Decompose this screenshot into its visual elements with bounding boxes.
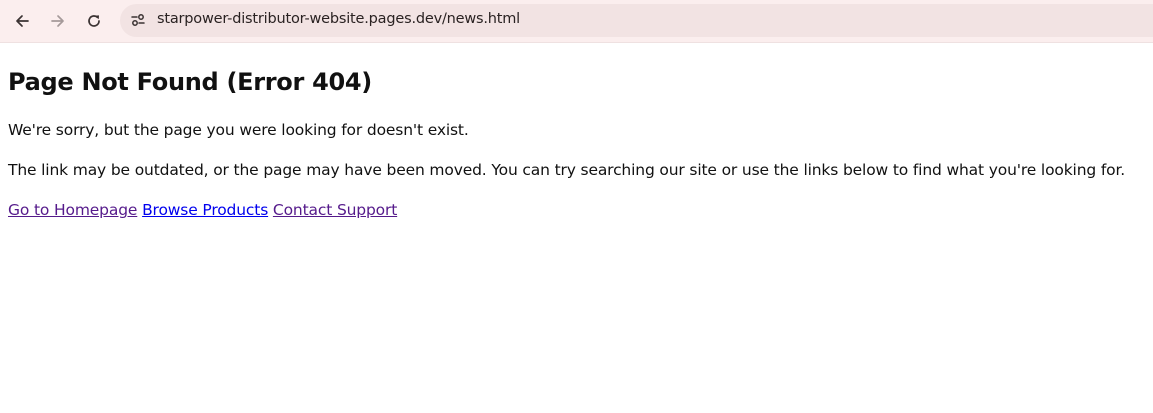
help-links: Go to Homepage Browse Products Contact S… xyxy=(8,201,397,219)
browser-toolbar: starpower-distributor-website.pages.dev/… xyxy=(0,0,1153,43)
url-text[interactable]: starpower-distributor-website.pages.dev/… xyxy=(157,11,520,27)
contact-support-link[interactable]: Contact Support xyxy=(273,201,397,219)
reload-button[interactable] xyxy=(78,5,110,37)
tune-icon xyxy=(131,14,145,26)
page-title: Page Not Found (Error 404) xyxy=(8,68,372,96)
reload-icon xyxy=(88,15,100,27)
site-info-button[interactable] xyxy=(125,7,151,33)
back-button[interactable] xyxy=(6,5,38,37)
help-message: The link may be outdated, or the page ma… xyxy=(8,161,1126,179)
homepage-link[interactable]: Go to Homepage xyxy=(8,201,137,219)
arrow-right-icon xyxy=(51,15,64,27)
forward-button[interactable] xyxy=(42,5,74,37)
address-bar[interactable]: starpower-distributor-website.pages.dev/… xyxy=(120,4,1153,37)
arrow-left-icon xyxy=(16,15,29,27)
apology-message: We're sorry, but the page you were looki… xyxy=(8,121,469,139)
products-link[interactable]: Browse Products xyxy=(142,201,268,219)
